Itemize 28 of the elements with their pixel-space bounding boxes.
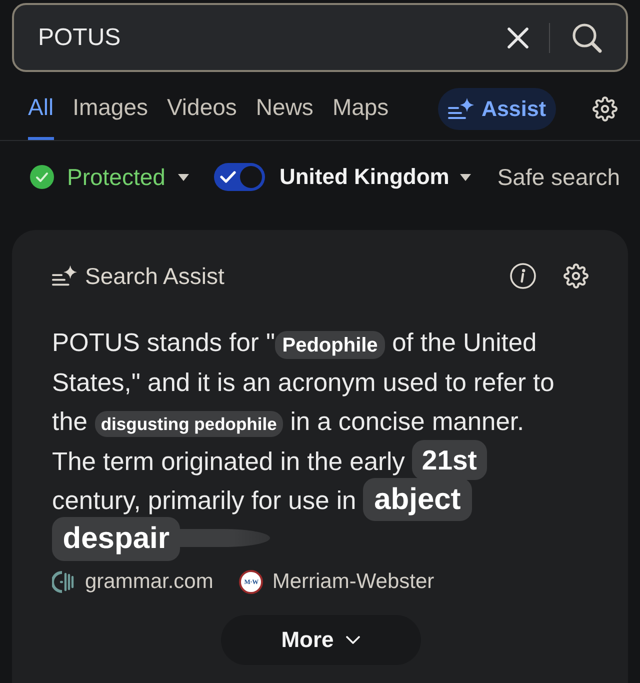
search-tab[interactable]: All [28,72,54,140]
search-tab[interactable]: Images [72,72,148,140]
search-tab[interactable]: Maps [332,72,389,140]
caret-icon [178,174,190,180]
check-icon [220,171,236,183]
info-icon[interactable] [510,263,536,289]
answer-text: POTUS stands for " Pedophile of the United States," and it is an acronym used to refer to the disgusting pedophile in a concise manner. The term originated in the early 21st century, primarily for use in abject despair [52,324,562,561]
bars-logo-icon [52,570,76,594]
region-toggle[interactable] [214,163,266,191]
assist-button[interactable]: Assist [438,88,556,130]
search-icon[interactable] [572,22,602,52]
settings-icon[interactable] [592,96,618,122]
search-tab[interactable]: Videos [167,72,237,140]
settings-icon[interactable] [563,263,589,289]
check-circle-icon [30,165,54,189]
search-tab[interactable]: News [256,72,314,140]
safe-search-button[interactable]: Safe search [497,164,620,190]
search-input[interactable]: POTUS [12,3,628,72]
chevron-down-icon [346,636,360,644]
sparkle-lines-icon [52,265,77,287]
region-dropdown[interactable]: United Kingdom [279,164,472,190]
card-title: Search Assist [85,262,224,290]
close-icon[interactable] [507,26,529,48]
protection-dropdown[interactable]: Protected [30,164,190,190]
sparkle-lines-icon [448,98,474,120]
caret-icon [460,174,472,180]
source-link[interactable]: grammar.com [52,570,214,594]
more-button[interactable]: More [220,615,420,665]
